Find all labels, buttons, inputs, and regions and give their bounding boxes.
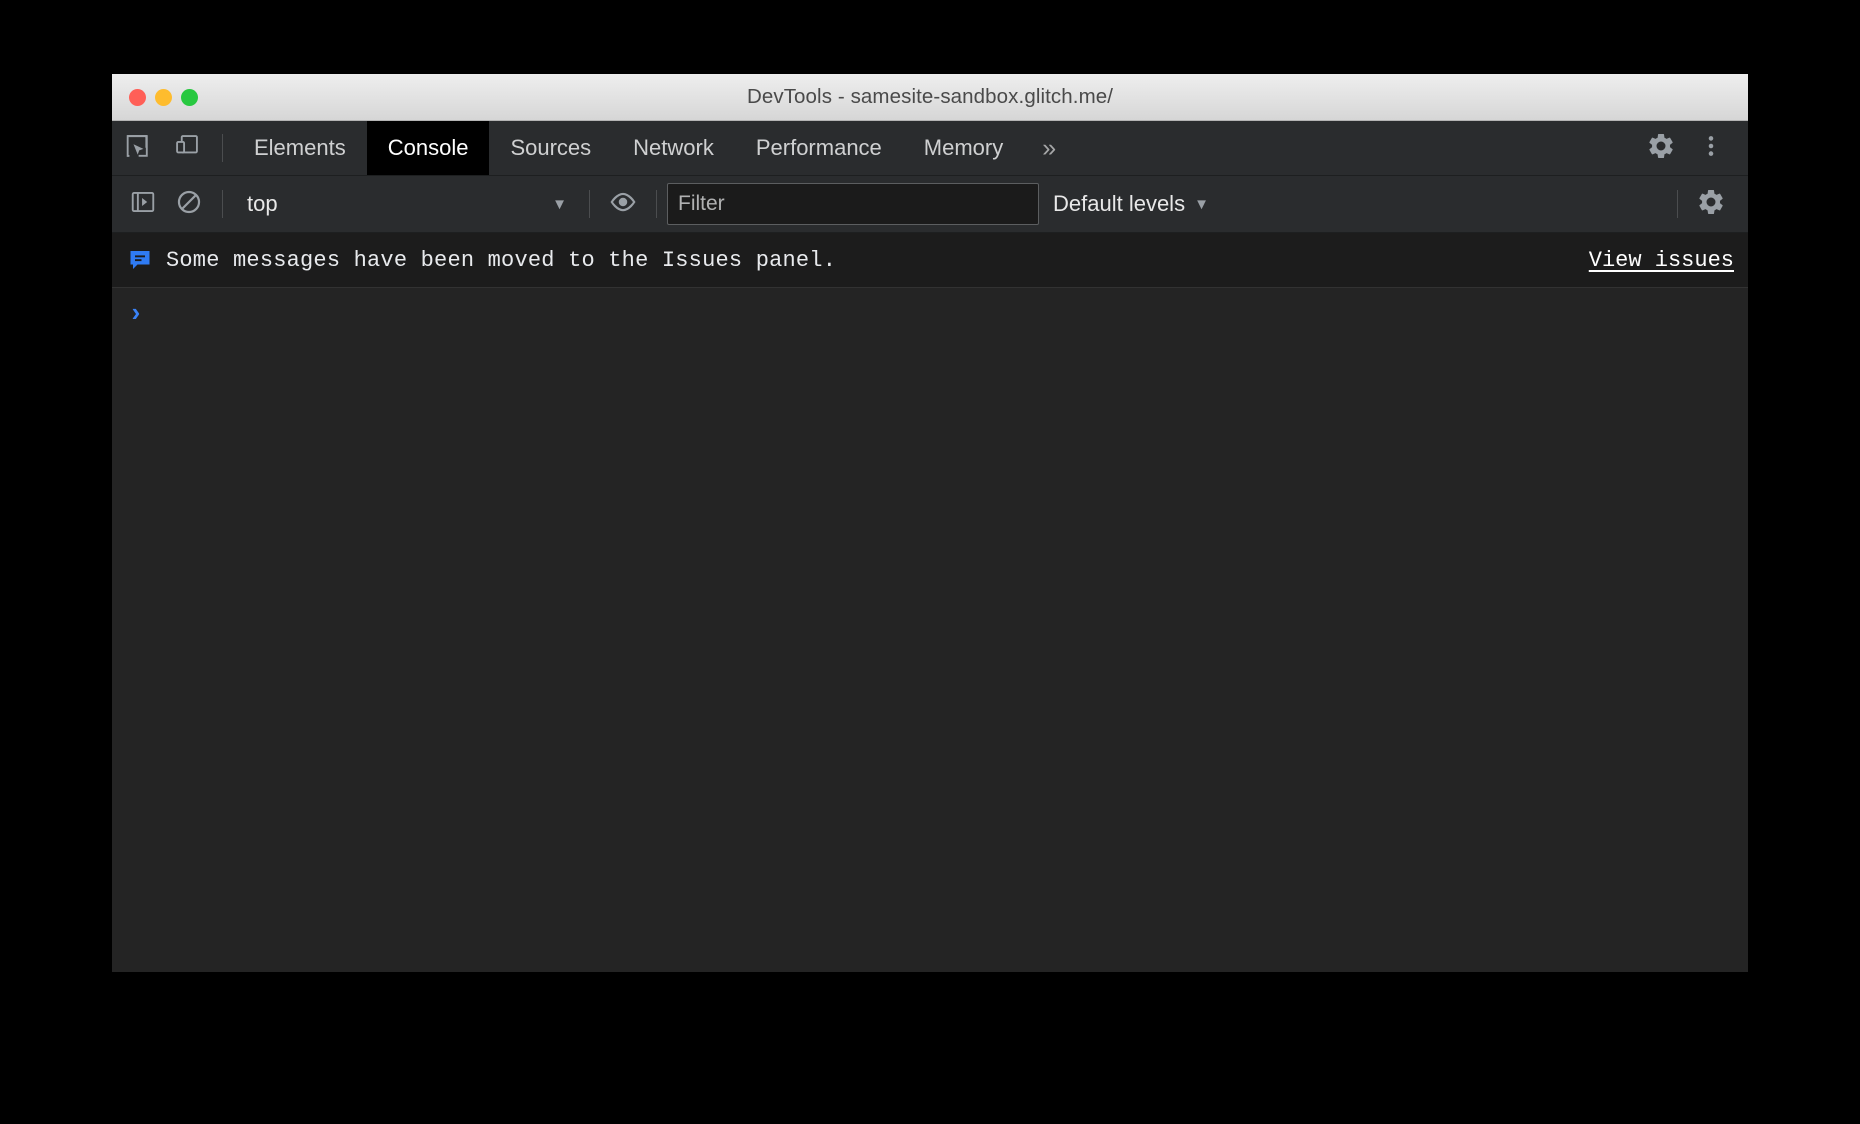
console-prompt-caret-icon: ›	[128, 301, 144, 327]
console-toolbar-actions	[1667, 181, 1748, 227]
window-title: DevTools - samesite-sandbox.glitch.me/	[112, 85, 1748, 109]
info-message-icon	[128, 248, 152, 272]
device-toolbar-icon	[173, 132, 201, 165]
tab-performance[interactable]: Performance	[735, 121, 903, 175]
devtools-settings-button[interactable]	[1636, 131, 1686, 166]
devtools-panel-tabbar: Elements Console Sources Network Perform…	[112, 121, 1748, 176]
console-toolbar-divider-4	[1677, 190, 1678, 218]
tab-elements[interactable]: Elements	[233, 121, 367, 175]
gear-icon	[1696, 187, 1726, 222]
device-toolbar-button[interactable]	[162, 121, 212, 175]
chevron-down-icon: ▼	[552, 197, 567, 212]
gear-icon	[1646, 131, 1676, 166]
console-message-row[interactable]: Some messages have been moved to the Iss…	[112, 233, 1748, 288]
tab-console-label: Console	[388, 135, 469, 161]
chevron-down-icon: ▼	[1194, 197, 1209, 212]
eye-icon	[608, 187, 638, 222]
view-issues-link[interactable]: View issues	[1589, 248, 1734, 273]
more-tabs-button[interactable]: »	[1024, 121, 1074, 175]
tab-network[interactable]: Network	[612, 121, 735, 175]
console-filter-input[interactable]	[667, 183, 1039, 225]
tab-memory[interactable]: Memory	[903, 121, 1024, 175]
log-level-value: Default levels	[1053, 191, 1185, 217]
console-prompt-input[interactable]	[144, 301, 1748, 331]
tabbar-divider	[222, 134, 223, 162]
inspect-element-icon	[123, 132, 151, 165]
close-window-button[interactable]	[129, 89, 146, 106]
minimize-window-button[interactable]	[155, 89, 172, 106]
tab-sources[interactable]: Sources	[489, 121, 612, 175]
console-toolbar-divider-1	[222, 190, 223, 218]
kebab-menu-icon	[1698, 131, 1724, 166]
tab-sources-label: Sources	[510, 135, 591, 161]
tab-memory-label: Memory	[924, 135, 1003, 161]
devtools-window: DevTools - samesite-sandbox.glitch.me/	[112, 74, 1748, 972]
devtools-main-menu-button[interactable]	[1686, 131, 1736, 166]
zoom-window-button[interactable]	[181, 89, 198, 106]
window-traffic-lights	[129, 74, 198, 120]
tab-performance-label: Performance	[756, 135, 882, 161]
tab-elements-label: Elements	[254, 135, 346, 161]
console-sidebar-toggle-button[interactable]	[120, 181, 166, 227]
execution-context-value: top	[247, 191, 278, 217]
console-toolbar-divider-3	[656, 190, 657, 218]
console-message-list: Some messages have been moved to the Iss…	[112, 233, 1748, 972]
console-toolbar: top ▼ Default levels ▼	[112, 176, 1748, 233]
tab-network-label: Network	[633, 135, 714, 161]
tab-console[interactable]: Console	[367, 121, 490, 175]
live-expression-button[interactable]	[600, 181, 646, 227]
console-settings-button[interactable]	[1688, 181, 1734, 227]
console-prompt-row[interactable]: ›	[112, 288, 1748, 972]
console-toolbar-divider-2	[589, 190, 590, 218]
window-titlebar: DevTools - samesite-sandbox.glitch.me/	[112, 74, 1748, 121]
clear-console-icon	[175, 188, 203, 221]
clear-console-button[interactable]	[166, 181, 212, 227]
console-message-text: Some messages have been moved to the Iss…	[166, 248, 836, 273]
execution-context-selector[interactable]: top ▼	[233, 184, 579, 224]
tabbar-actions	[1615, 121, 1748, 175]
log-level-selector[interactable]: Default levels ▼	[1039, 184, 1223, 224]
chevron-double-right-icon: »	[1042, 134, 1056, 163]
console-sidebar-toggle-icon	[129, 188, 157, 221]
inspect-element-button[interactable]	[112, 121, 162, 175]
tabbar-spacer	[1074, 121, 1615, 175]
